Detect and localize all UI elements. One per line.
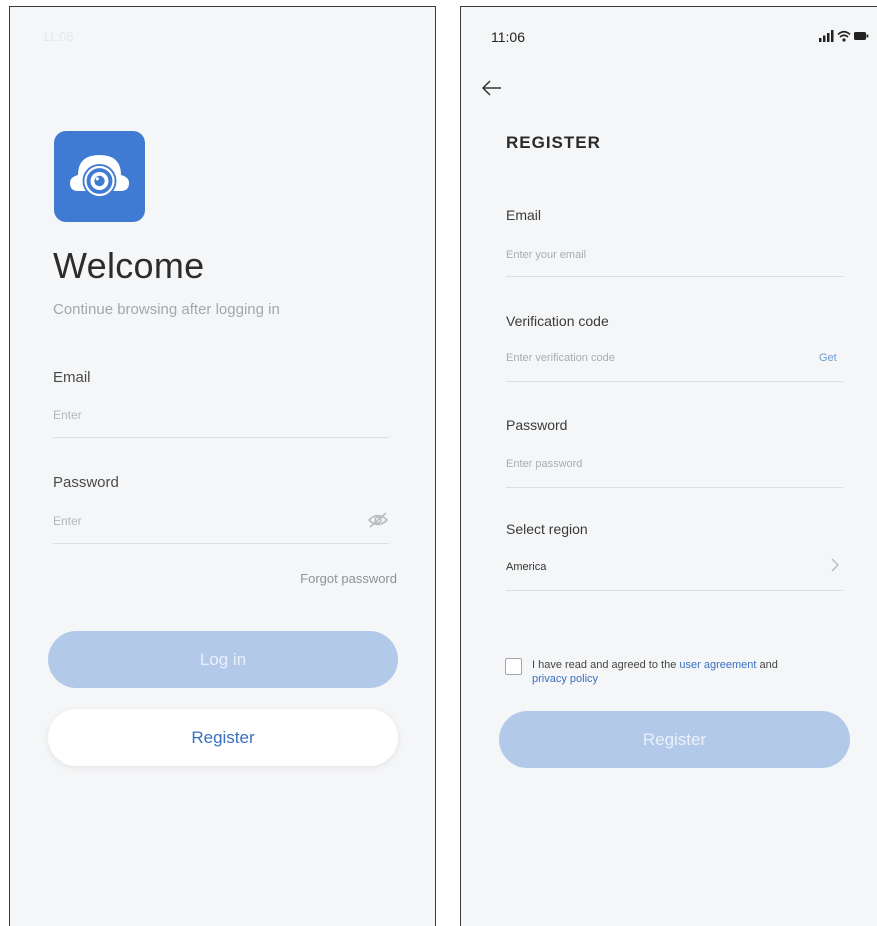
region-underline <box>506 590 843 591</box>
verification-code-field[interactable]: Enter verification code <box>506 352 615 364</box>
verification-underline <box>506 381 843 382</box>
camera-app-logo-icon <box>54 131 145 222</box>
email-underline <box>506 276 843 277</box>
password-field[interactable]: Enter <box>53 514 82 528</box>
email-label: Email <box>506 207 542 223</box>
region-select[interactable]: America <box>506 561 546 573</box>
status-time: 11:06 <box>491 29 525 45</box>
login-button[interactable]: Log in <box>48 631 398 688</box>
back-arrow-icon[interactable] <box>481 79 503 97</box>
password-underline <box>506 487 843 488</box>
password-label: Password <box>506 417 568 433</box>
password-field[interactable]: Enter password <box>506 458 582 470</box>
email-field[interactable]: Enter your email <box>506 249 586 261</box>
email-label: Email <box>53 369 91 386</box>
agreement-prefix: I have read and agreed to the <box>532 659 677 671</box>
register-screen: 11:06 REGISTER Email Enter your email Ve… <box>460 6 877 926</box>
forgot-password-link[interactable]: Forgot password <box>300 571 397 586</box>
status-time: 11:06 <box>42 29 74 44</box>
eye-off-icon[interactable] <box>366 510 390 530</box>
privacy-policy-link[interactable]: privacy policy <box>532 673 598 685</box>
welcome-subtitle: Continue browsing after logging in <box>53 301 280 318</box>
wifi-icon <box>837 30 851 42</box>
email-underline <box>53 437 389 438</box>
signal-icon <box>819 30 834 42</box>
register-submit-button[interactable]: Register <box>499 711 850 768</box>
password-label: Password <box>53 474 119 491</box>
password-underline <box>53 543 389 544</box>
battery-icon <box>854 32 869 40</box>
welcome-title: Welcome <box>53 245 205 286</box>
register-button[interactable]: Register <box>48 709 398 766</box>
region-label: Select region <box>506 521 588 537</box>
verification-code-label: Verification code <box>506 313 609 329</box>
agreement-text: I have read and agreed to the user agree… <box>532 658 842 686</box>
page-title: REGISTER <box>506 133 601 152</box>
login-screen: 11:06 Welcome Continue browsing after lo… <box>9 6 436 926</box>
email-field[interactable]: Enter <box>53 408 82 422</box>
chevron-right-icon[interactable] <box>829 555 841 575</box>
status-bar-icons <box>819 29 869 43</box>
agreement-checkbox[interactable] <box>505 658 522 675</box>
agreement-and: and <box>759 659 778 671</box>
get-code-button[interactable]: Get <box>819 352 837 364</box>
user-agreement-link[interactable]: user agreement <box>679 659 756 671</box>
